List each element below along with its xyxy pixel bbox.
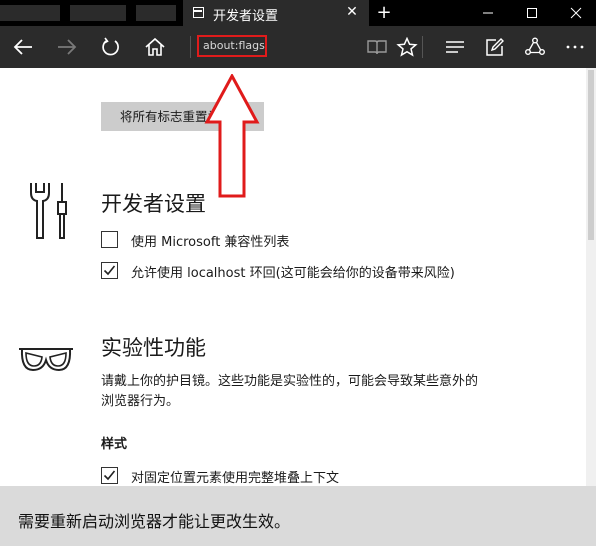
favorite-star-icon — [396, 37, 418, 57]
minimize-icon — [483, 12, 493, 14]
close-window-button[interactable] — [556, 0, 596, 26]
option-label: 对固定位置元素使用完整堆叠上下文 — [131, 471, 340, 486]
maximize-button[interactable] — [512, 0, 552, 26]
hub-button[interactable] — [434, 26, 474, 68]
maximize-icon — [527, 8, 537, 18]
more-button[interactable] — [554, 26, 594, 68]
checkbox-compat-list[interactable] — [101, 231, 118, 248]
page-icon — [193, 7, 204, 18]
checkbox-localhost-loopback[interactable] — [101, 262, 118, 279]
web-note-button[interactable] — [474, 26, 514, 68]
restart-notice-bar: 需要重新启动浏览器才能让更改生效。 — [0, 486, 596, 546]
back-arrow-icon — [13, 39, 32, 55]
forward-arrow-icon — [58, 39, 77, 55]
share-icon — [525, 37, 545, 55]
navigation-toolbar: about:flags — [0, 26, 596, 68]
hub-icon — [446, 41, 464, 53]
web-note-icon — [486, 38, 504, 56]
checkmark-icon — [103, 470, 116, 481]
checkmark-icon — [103, 265, 116, 276]
home-button[interactable] — [134, 26, 174, 68]
share-button[interactable] — [514, 26, 554, 68]
section-title-experimental: 实验性功能 — [101, 336, 206, 360]
page-content: 将所有标志重置为默认 开发者设置 使用 Microsoft 兼容性列表 允许使用… — [0, 68, 586, 546]
close-icon — [570, 7, 582, 19]
section-title-developer: 开发者设置 — [101, 192, 206, 216]
new-tab-button[interactable]: + — [374, 3, 394, 23]
minimize-button[interactable] — [468, 0, 508, 26]
favorite-button[interactable] — [386, 26, 426, 68]
background-tab[interactable] — [136, 5, 176, 21]
toolbar-separator — [422, 36, 423, 58]
reading-view-icon — [367, 40, 387, 55]
option-localhost-loopback[interactable]: 允许使用 localhost 环回(这可能会给你的设备带来风险) — [101, 261, 501, 281]
background-tab[interactable] — [70, 5, 126, 21]
background-tab[interactable] — [0, 5, 60, 21]
option-label: 使用 Microsoft 兼容性列表 — [131, 235, 290, 250]
scrollbar-thumb[interactable] — [588, 70, 594, 240]
checkbox-fixed-stacking-context[interactable] — [101, 467, 118, 484]
refresh-button[interactable] — [90, 26, 130, 68]
style-heading: 样式 — [101, 437, 128, 452]
tab-title: 开发者设置 — [213, 9, 279, 24]
option-compat-list[interactable]: 使用 Microsoft 兼容性列表 — [101, 230, 401, 250]
restart-notice-text: 需要重新启动浏览器才能让更改生效。 — [18, 512, 291, 531]
home-icon — [145, 37, 165, 56]
title-bar: 开发者设置 ✕ + — [0, 0, 596, 26]
tab-developer-settings[interactable]: 开发者设置 ✕ — [183, 0, 369, 26]
experimental-description: 请戴上你的护目镜。这些功能是实验性的，可能会导致某些意外的浏览器行为。 — [101, 374, 479, 409]
address-separator — [190, 36, 191, 58]
option-label: 允许使用 localhost 环回(这可能会给你的设备带来风险) — [131, 266, 455, 281]
annotation-arrow — [204, 74, 260, 198]
forward-button[interactable] — [46, 26, 86, 68]
tools-icon — [30, 183, 67, 239]
more-icon — [566, 45, 584, 49]
refresh-icon — [102, 37, 119, 56]
goggles-icon — [19, 348, 73, 372]
address-bar[interactable]: about:flags — [197, 35, 267, 57]
tab-close-button[interactable]: ✕ — [343, 3, 361, 21]
address-text: about:flags — [203, 39, 265, 52]
option-fixed-stacking-context[interactable]: 对固定位置元素使用完整堆叠上下文 — [101, 466, 431, 486]
back-button[interactable] — [2, 26, 42, 68]
